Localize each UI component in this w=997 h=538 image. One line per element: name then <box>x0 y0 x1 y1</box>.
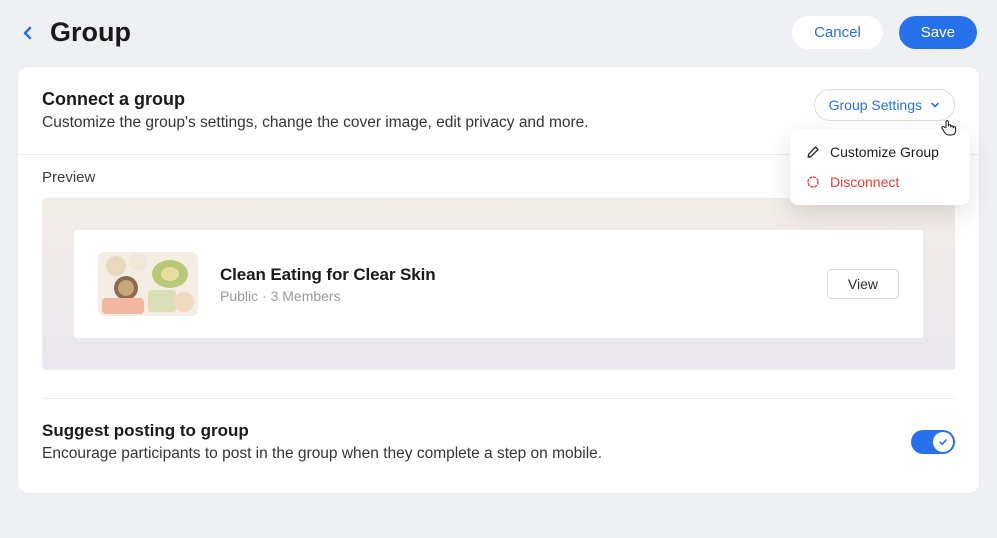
group-name: Clean Eating for Clear Skin <box>220 265 805 285</box>
group-settings-wrap: Group Settings Customize Group Disconnec… <box>814 89 955 121</box>
group-info: Clean Eating for Clear Skin Public · 3 M… <box>220 265 805 304</box>
cancel-button[interactable]: Cancel <box>792 16 883 49</box>
suggest-text: Suggest posting to group Encourage parti… <box>42 421 602 463</box>
toggle-handle <box>933 432 953 452</box>
disconnect-icon <box>806 175 820 189</box>
chevron-down-icon <box>930 100 940 110</box>
pencil-icon <box>806 145 820 159</box>
suggest-toggle[interactable] <box>911 430 955 454</box>
group-cover-image <box>98 252 198 316</box>
chevron-left-icon <box>22 26 34 40</box>
view-button[interactable]: View <box>827 269 899 299</box>
connect-title: Connect a group <box>42 89 589 110</box>
connect-description: Customize the group's settings, change t… <box>42 114 589 132</box>
header-right: Cancel Save <box>792 16 977 49</box>
page-title: Group <box>50 17 131 48</box>
suggest-title: Suggest posting to group <box>42 421 602 441</box>
group-meta: Public · 3 Members <box>220 288 805 304</box>
page-header: Group Cancel Save <box>18 10 979 67</box>
menu-customize-label: Customize Group <box>830 144 939 160</box>
suggest-section: Suggest posting to group Encourage parti… <box>18 399 979 493</box>
main-card: Connect a group Customize the group's se… <box>18 67 979 493</box>
preview-area: Clean Eating for Clear Skin Public · 3 M… <box>42 198 955 370</box>
save-button[interactable]: Save <box>899 16 977 49</box>
group-settings-label: Group Settings <box>829 97 922 113</box>
menu-disconnect-label: Disconnect <box>830 174 899 190</box>
group-settings-button[interactable]: Group Settings <box>814 89 955 121</box>
header-left: Group <box>20 17 131 48</box>
connect-section: Connect a group Customize the group's se… <box>18 67 979 154</box>
suggest-description: Encourage participants to post in the gr… <box>42 445 602 463</box>
back-button[interactable] <box>20 25 36 41</box>
menu-customize-group[interactable]: Customize Group <box>790 137 970 167</box>
check-icon <box>938 437 948 447</box>
connect-text: Connect a group Customize the group's se… <box>42 89 589 132</box>
group-preview-card: Clean Eating for Clear Skin Public · 3 M… <box>74 230 923 338</box>
group-settings-dropdown: Customize Group Disconnect <box>790 129 970 205</box>
menu-disconnect[interactable]: Disconnect <box>790 167 970 197</box>
